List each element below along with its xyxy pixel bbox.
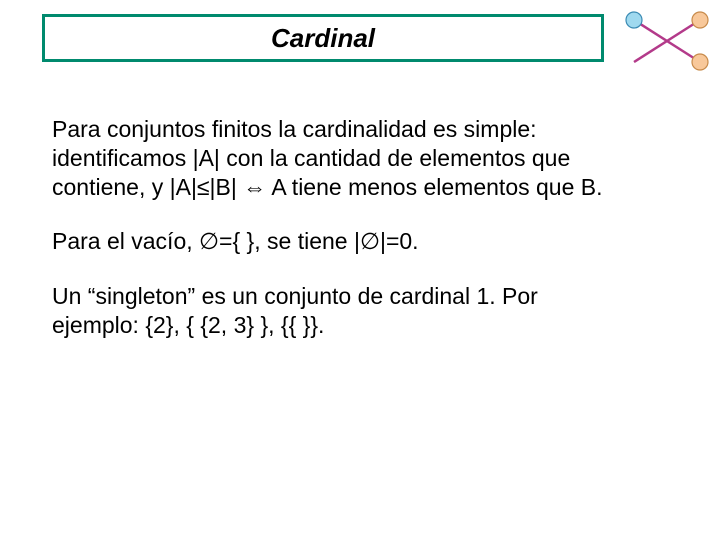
paragraph: Para el vacío, ∅={ }, se tiene |∅|=0. <box>52 227 612 256</box>
paragraph: Para conjuntos finitos la cardinalidad e… <box>52 115 612 201</box>
dot-icon <box>626 12 642 28</box>
body-text: Para conjuntos finitos la cardinalidad e… <box>52 115 612 366</box>
title-box: Cardinal <box>42 14 604 62</box>
corner-decoration <box>622 6 712 74</box>
slide-title: Cardinal <box>271 23 375 54</box>
dot-icon <box>692 54 708 70</box>
paragraph: Un “singleton” es un conjunto de cardina… <box>52 282 612 340</box>
dot-icon <box>692 12 708 28</box>
slide: Cardinal Para conjuntos finitos la cardi… <box>0 0 720 540</box>
